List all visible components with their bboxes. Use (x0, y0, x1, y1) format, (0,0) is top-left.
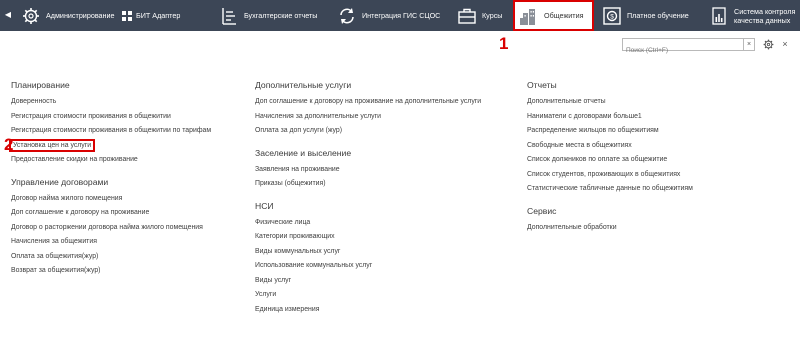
link-lease-contract[interactable]: Договор найма жилого помещения (11, 192, 211, 207)
search-input[interactable] (623, 45, 743, 56)
link-free-places[interactable]: Свободные места в общежитиях (527, 139, 693, 154)
link-individuals[interactable]: Физические лица (255, 216, 481, 231)
link-utility-usage[interactable]: Использование коммунальных услуг (255, 259, 481, 274)
link-power-of-attorney[interactable]: Доверенность (11, 95, 211, 110)
link-accommodation-discount[interactable]: Предоставление скидки на проживание (11, 153, 211, 168)
link-students-list[interactable]: Список студентов, проживающих в общежити… (527, 168, 693, 183)
briefcase-icon (456, 5, 478, 27)
link-tenants-contracts[interactable]: Наниматели с договорами больше1 (527, 110, 693, 125)
link-additional-services-charges[interactable]: Начисления за дополнительные услуги (255, 110, 481, 125)
link-utility-types[interactable]: Виды коммунальных услуг (255, 245, 481, 260)
section-gis-integration[interactable]: Интеграция ГИС СЦОС (336, 0, 440, 31)
search-clear-button[interactable]: × (744, 38, 755, 51)
section-title-service: Сервис (527, 205, 557, 216)
link-service-types[interactable]: Виды услуг (255, 274, 481, 289)
section-title-contract-management: Управление договорами (11, 176, 109, 187)
section-label: БИТ Адаптер (136, 11, 181, 20)
section-title-planning: Планирование (11, 80, 70, 90)
link-services[interactable]: Услуги (255, 288, 481, 303)
section-label: Интеграция ГИС СЦОС (362, 11, 441, 20)
section-data-quality[interactable]: Система контроля качества данных (708, 0, 795, 31)
section-accounting-reports[interactable]: Бухгалтерские отчеты (218, 0, 317, 31)
link-additional-reports[interactable]: Дополнительные отчеты (527, 95, 693, 110)
link-additional-processing[interactable]: Дополнительные обработки (527, 221, 693, 236)
app-window: { "topbar": { "items": [ {"label": "Адми… (0, 0, 800, 361)
link-dormitory-orders[interactable]: Приказы (общежития) (255, 177, 481, 192)
section-administration[interactable]: Администрирование (20, 0, 115, 31)
report-icon (708, 5, 730, 27)
link-dormitory-refunds[interactable]: Возврат за общежития(жур) (11, 264, 211, 279)
link-debtors-list[interactable]: Список должников по оплате за общежитие (527, 153, 693, 168)
section-label: Бухгалтерские отчеты (244, 11, 318, 20)
link-registration-cost-tariffs[interactable]: Регистрация стоимости проживания в общеж… (11, 124, 211, 139)
section-title-check-in-out: Заселение и выселение (255, 147, 352, 158)
coin-icon: $ (601, 5, 623, 27)
link-accommodation-applications[interactable]: Заявления на проживание (255, 163, 481, 178)
section-bit-adapter[interactable]: БИТ Адаптер (122, 0, 180, 31)
link-additional-services-payments[interactable]: Оплата за доп услуги (жур) (255, 124, 481, 139)
link-set-service-prices[interactable]: Установка цен на услуги (9, 138, 96, 152)
gear-icon (20, 5, 42, 27)
back-arrow-icon[interactable]: ◀ (3, 9, 13, 21)
section-label: Курсы (482, 11, 503, 20)
bar-chart-icon (218, 5, 240, 27)
column-middle: Дополнительные услуги Доп соглашение к д… (255, 78, 481, 317)
section-label: Общежития (544, 11, 584, 20)
link-dormitory-charges[interactable]: Начисления за общежития (11, 235, 211, 250)
column-right: Отчеты Дополнительные отчеты Наниматели … (527, 78, 693, 235)
section-label: Администрирование (46, 11, 115, 20)
close-button[interactable]: × (780, 38, 790, 51)
settings-gear-icon[interactable] (762, 38, 774, 51)
callout-number-1: 1 (499, 34, 509, 53)
section-title-reports: Отчеты (527, 80, 557, 90)
link-residents-distribution[interactable]: Распределение жильцов по общежитиям (527, 124, 693, 139)
section-dormitories[interactable]: Общежития (513, 0, 594, 31)
link-termination-contract[interactable]: Договор о расторжении договора найма жил… (11, 221, 211, 236)
link-registration-cost[interactable]: Регистрация стоимости проживания в общеж… (11, 110, 211, 125)
link-resident-categories[interactable]: Категории проживающих (255, 230, 481, 245)
link-dormitory-payments[interactable]: Оплата за общежития(жур) (11, 250, 211, 265)
section-title-reference-data: НСИ (255, 200, 274, 211)
link-statistical-data[interactable]: Статистические табличные данные по общеж… (527, 182, 693, 197)
section-title-additional-services: Дополнительные услуги (255, 80, 352, 90)
search-field[interactable] (622, 38, 744, 56)
column-left: Планирование Доверенность Регистрация ст… (9, 78, 211, 279)
section-label: Система контроля качества данных (734, 6, 796, 25)
grid-icon (122, 5, 132, 27)
section-paid-education[interactable]: $ Платное обучение (601, 0, 689, 31)
sync-icon (336, 5, 358, 27)
link-additional-services-agreement[interactable]: Доп соглашение к договору на проживание … (255, 95, 481, 110)
svg-text:$: $ (610, 13, 614, 20)
top-section-bar: ◀ Администрирование БИТ Адаптер Бухгалте… (0, 0, 800, 31)
building-icon (518, 5, 540, 27)
link-units-of-measure[interactable]: Единица измерения (255, 303, 481, 318)
section-courses[interactable]: Курсы (456, 0, 502, 31)
link-additional-agreement[interactable]: Доп соглашение к договору на проживание (11, 206, 211, 221)
section-label: Платное обучение (627, 11, 689, 20)
